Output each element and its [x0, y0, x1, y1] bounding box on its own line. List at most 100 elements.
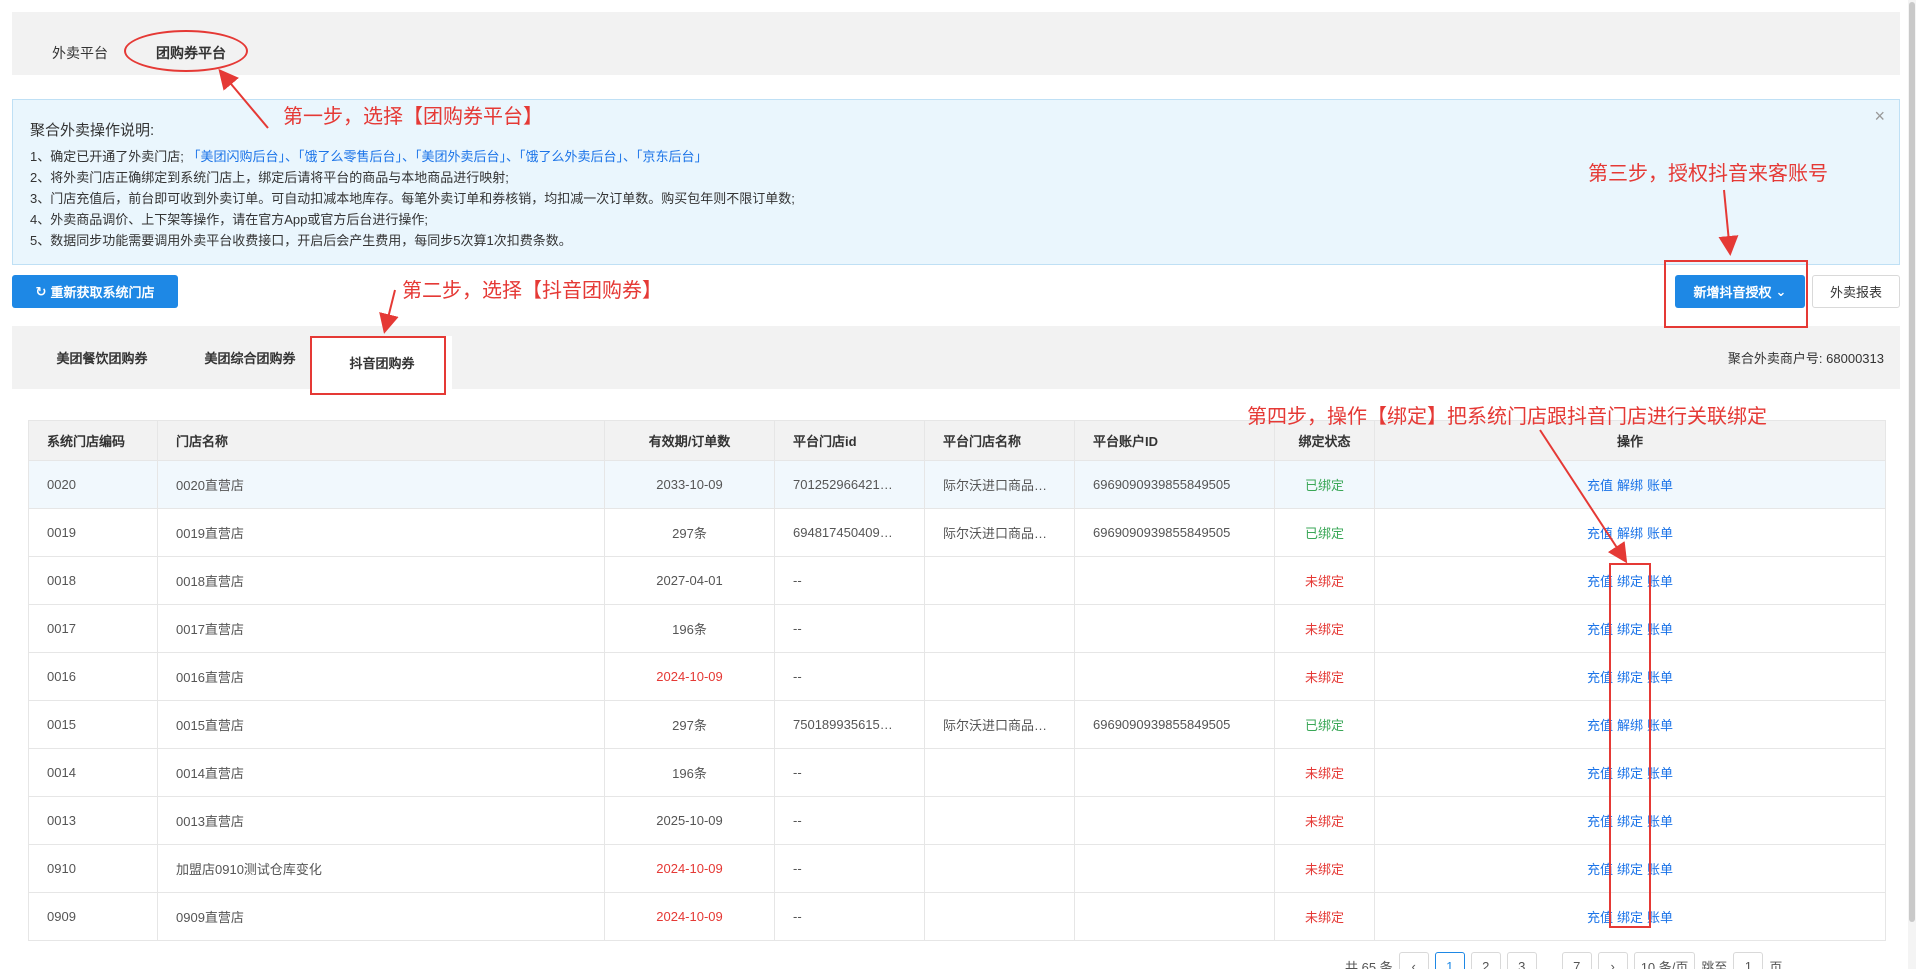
cell-platform-store-id: 750189935615… [774, 700, 925, 749]
cell-account-id [1074, 604, 1275, 653]
cell-bind-status: 未绑定 [1274, 844, 1375, 893]
cell-validity: 297条 [604, 700, 775, 749]
cell-platform-store-id: 701252966421… [774, 460, 925, 509]
cell-account-id [1074, 892, 1275, 941]
page-2[interactable]: 2 [1470, 952, 1501, 969]
next-page-button[interactable]: › [1597, 952, 1628, 969]
cell-actions: 充值 解绑 账单 [1374, 460, 1886, 509]
col-validity: 有效期/订单数 [604, 420, 775, 461]
cell-store-name: 0909直营店 [157, 892, 605, 941]
table-row: 0020 0020直营店 2033-10-09 701252966421… 际尔沃进口商… [28, 460, 1886, 509]
scrollbar-thumb[interactable] [1909, 2, 1915, 922]
recharge-button[interactable]: 充值 [1587, 478, 1613, 493]
cell-validity: 2033-10-09 [604, 460, 775, 509]
unbind-button[interactable]: 解绑 [1617, 478, 1643, 493]
cell-platform-store-name [924, 844, 1075, 893]
cell-bind-status: 未绑定 [1274, 604, 1375, 653]
table-row: 0909 0909直营店 2024-10-09 -- 未绑定 充值 绑定 账单 [28, 892, 1886, 941]
page: 外卖平台 团购券平台 聚合外卖操作说明: × 1、确定已开通了外卖门店; 「美团… [0, 0, 1920, 969]
cell-account-id [1074, 844, 1275, 893]
cell-actions: 充值 解绑 账单 [1374, 508, 1886, 557]
cell-account-id [1074, 748, 1275, 797]
cell-platform-store-id: -- [774, 844, 925, 893]
tab-meituan-all[interactable]: 美团综合团购券 [190, 326, 310, 389]
cell-store-name: 加盟店0910测试仓库变化 [157, 844, 605, 893]
cell-platform-store-id: -- [774, 604, 925, 653]
cell-platform-store-id: -- [774, 652, 925, 701]
cell-store-name: 0016直营店 [157, 652, 605, 701]
cell-account-id: 6969090939855849505 [1074, 700, 1275, 749]
col-platform-store-id: 平台门店id [774, 420, 925, 461]
annotation-step4: 第四步，操作【绑定】把系统门店跟抖音门店进行关联绑定 [1247, 406, 1767, 428]
cell-store-name: 0019直营店 [157, 508, 605, 557]
table-row: 0014 0014直营店 196条 -- 未绑定 充值 绑定 账单 [28, 748, 1886, 797]
takeout-report-button[interactable]: 外卖报表 [1812, 275, 1900, 308]
store-table: 系统门店编码 门店名称 有效期/订单数 平台门店id 平台门店名称 平台账户ID… [28, 420, 1886, 941]
cell-platform-store-name: 际尔沃进口商品… [924, 508, 1075, 557]
col-account-id: 平台账户ID [1074, 420, 1275, 461]
col-code: 系统门店编码 [28, 420, 158, 461]
cell-bind-status: 未绑定 [1274, 748, 1375, 797]
tab-meituan-food[interactable]: 美团餐饮团购券 [42, 326, 162, 389]
cell-validity: 2024-10-09 [604, 844, 775, 893]
cell-bind-status: 未绑定 [1274, 796, 1375, 845]
total-count: 共 65 条 [1345, 959, 1393, 969]
cell-platform-store-id: -- [774, 892, 925, 941]
arrow-step2 [379, 289, 399, 334]
cell-platform-store-name [924, 892, 1075, 941]
notice-line-1: 1、确定已开通了外卖门店; 「美团闪购后台」、「饿了么零售后台」、「美团外卖后台… [30, 146, 707, 165]
cell-platform-store-id: -- [774, 556, 925, 605]
notice-line-5: 5、数据同步功能需要调用外卖平台收费接口，开启后会产生费用，每同步5次算1次扣费… [30, 233, 572, 248]
unbind-button[interactable]: 解绑 [1617, 526, 1643, 541]
page-1[interactable]: 1 [1434, 952, 1465, 969]
notice-platform-links[interactable]: 「美团闪购后台」、「饿了么零售后台」、「美团外卖后台」、「饿了么外卖后台」、「京… [187, 149, 707, 164]
cell-bind-status: 未绑定 [1274, 652, 1375, 701]
cell-platform-store-id: 694817450409… [774, 508, 925, 557]
cell-validity: 2024-10-09 [604, 892, 775, 941]
cell-store-code: 0909 [28, 892, 158, 941]
cell-platform-store-name [924, 748, 1075, 797]
annotation-ellipse-tuangou [124, 30, 248, 72]
refresh-stores-button[interactable]: ↻ 重新获取系统门店 [12, 275, 178, 308]
cell-platform-store-name [924, 796, 1075, 845]
page-scrollbar[interactable] [1908, 0, 1916, 969]
cell-store-name: 0014直营店 [157, 748, 605, 797]
cell-store-name: 0018直营店 [157, 556, 605, 605]
cell-bind-status: 未绑定 [1274, 892, 1375, 941]
cell-account-id: 6969090939855849505 [1074, 508, 1275, 557]
annotation-box-bind-column [1609, 563, 1651, 928]
cell-account-id [1074, 556, 1275, 605]
cell-store-code: 0014 [28, 748, 158, 797]
cell-platform-store-name: 际尔沃进口商品… [924, 460, 1075, 509]
annotation-step2: 第二步，选择【抖音团购券】 [402, 280, 662, 302]
cell-bind-status: 已绑定 [1274, 508, 1375, 557]
notice-line-3: 3、门店充值后，前台即可收到外卖订单。可自动扣减本地库存。每笔外卖订单和券核销，… [30, 191, 795, 206]
table-row: 0017 0017直营店 196条 -- 未绑定 充值 绑定 账单 [28, 604, 1886, 653]
cell-validity: 196条 [604, 604, 775, 653]
notice-line-1-text: 1、确定已开通了外卖门店; [30, 149, 184, 164]
cell-account-id [1074, 796, 1275, 845]
cell-store-code: 0017 [28, 604, 158, 653]
annotation-box-douyin-tab [310, 336, 446, 395]
bill-button[interactable]: 账单 [1647, 478, 1673, 493]
cell-store-code: 0016 [28, 652, 158, 701]
tab-waimai[interactable]: 外卖平台 [52, 43, 108, 63]
cell-platform-store-name [924, 652, 1075, 701]
table-row: 0910 加盟店0910测试仓库变化 2024-10-09 -- 未绑定 充值 绑定 账单 [28, 844, 1886, 893]
cell-account-id: 6969090939855849505 [1074, 460, 1275, 509]
pagination: 共 65 条 ‹ 1 2 3 … 7 › 10 条/页 跳至 1 页 [1345, 952, 1782, 969]
bill-button[interactable]: 账单 [1647, 526, 1673, 541]
cell-store-name: 0013直营店 [157, 796, 605, 845]
page-3[interactable]: 3 [1506, 952, 1537, 969]
prev-page-button[interactable]: ‹ [1398, 952, 1429, 969]
page-ellipsis: … [1542, 958, 1556, 969]
page-size-select[interactable]: 10 条/页 [1633, 952, 1696, 969]
cell-platform-store-name [924, 604, 1075, 653]
jump-input[interactable]: 1 [1733, 952, 1764, 969]
cell-store-code: 0910 [28, 844, 158, 893]
page-last[interactable]: 7 [1561, 952, 1592, 969]
annotation-box-add-auth [1664, 260, 1808, 328]
table-row: 0019 0019直营店 297条 694817450409… 际尔沃进口商品… 6969… [28, 508, 1886, 557]
recharge-button[interactable]: 充值 [1587, 526, 1613, 541]
close-icon[interactable]: × [1874, 106, 1885, 127]
